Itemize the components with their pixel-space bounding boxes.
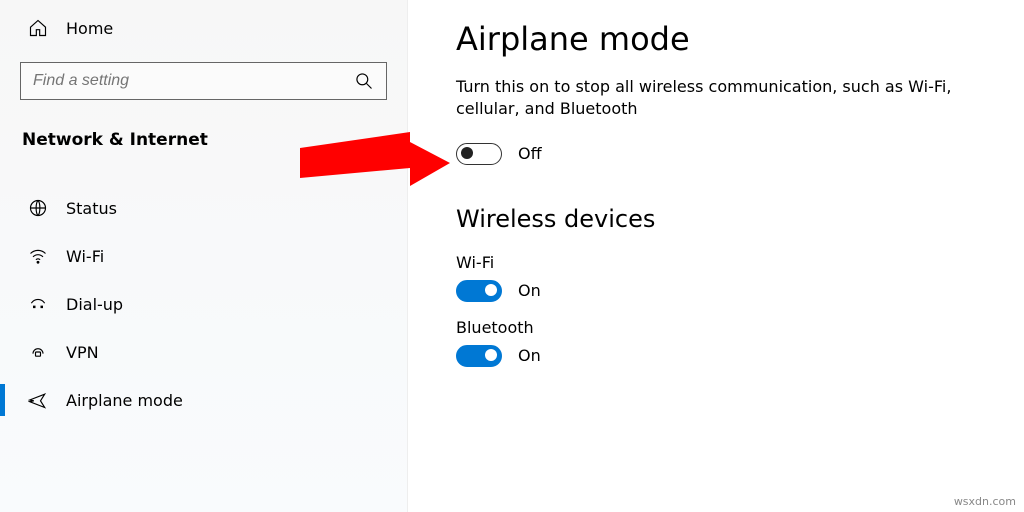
category-title: Network & Internet [0, 108, 407, 164]
airplane-toggle-state: Off [518, 144, 542, 163]
watermark: wsxdn.com [954, 495, 1016, 508]
page-title: Airplane mode [456, 20, 1024, 58]
vpn-icon [28, 342, 48, 362]
airplane-toggle-row: Off [456, 143, 1024, 165]
globe-icon [28, 198, 48, 218]
search-input[interactable] [33, 72, 354, 90]
sidebar-item-label: Airplane mode [66, 391, 183, 410]
home-label: Home [66, 19, 113, 38]
sidebar-item-airplane-mode[interactable]: Airplane mode [0, 376, 407, 424]
wifi-label: Wi-Fi [456, 253, 1024, 272]
sidebar-item-wifi[interactable]: Wi-Fi [0, 232, 407, 280]
section-wireless-devices: Wireless devices [456, 205, 1024, 233]
bluetooth-label: Bluetooth [456, 318, 1024, 337]
sidebar-item-dialup[interactable]: Dial-up [0, 280, 407, 328]
bluetooth-block: Bluetooth On [456, 318, 1024, 367]
sidebar-item-home[interactable]: Home [0, 4, 407, 52]
sidebar: Home Network & Internet Status Wi-Fi Dia… [0, 0, 408, 512]
wifi-block: Wi-Fi On [456, 253, 1024, 302]
sidebar-item-vpn[interactable]: VPN [0, 328, 407, 376]
sidebar-item-label: Status [66, 199, 117, 218]
wifi-icon [28, 246, 48, 266]
airplane-toggle[interactable] [456, 143, 502, 165]
nav-list: Status Wi-Fi Dial-up VPN Airplane mode [0, 184, 407, 424]
dialup-icon [28, 294, 48, 314]
wifi-toggle-state: On [518, 281, 541, 300]
sidebar-item-label: Dial-up [66, 295, 123, 314]
home-icon [28, 18, 48, 38]
main-content: Airplane mode Turn this on to stop all w… [408, 0, 1024, 512]
bluetooth-toggle-state: On [518, 346, 541, 365]
search-icon [354, 71, 374, 91]
search-input-container[interactable] [20, 62, 387, 100]
bluetooth-toggle[interactable] [456, 345, 502, 367]
airplane-icon [28, 390, 48, 410]
sidebar-item-label: Wi-Fi [66, 247, 104, 266]
sidebar-item-label: VPN [66, 343, 99, 362]
wifi-toggle[interactable] [456, 280, 502, 302]
sidebar-item-status[interactable]: Status [0, 184, 407, 232]
page-description: Turn this on to stop all wireless commun… [456, 76, 1016, 121]
